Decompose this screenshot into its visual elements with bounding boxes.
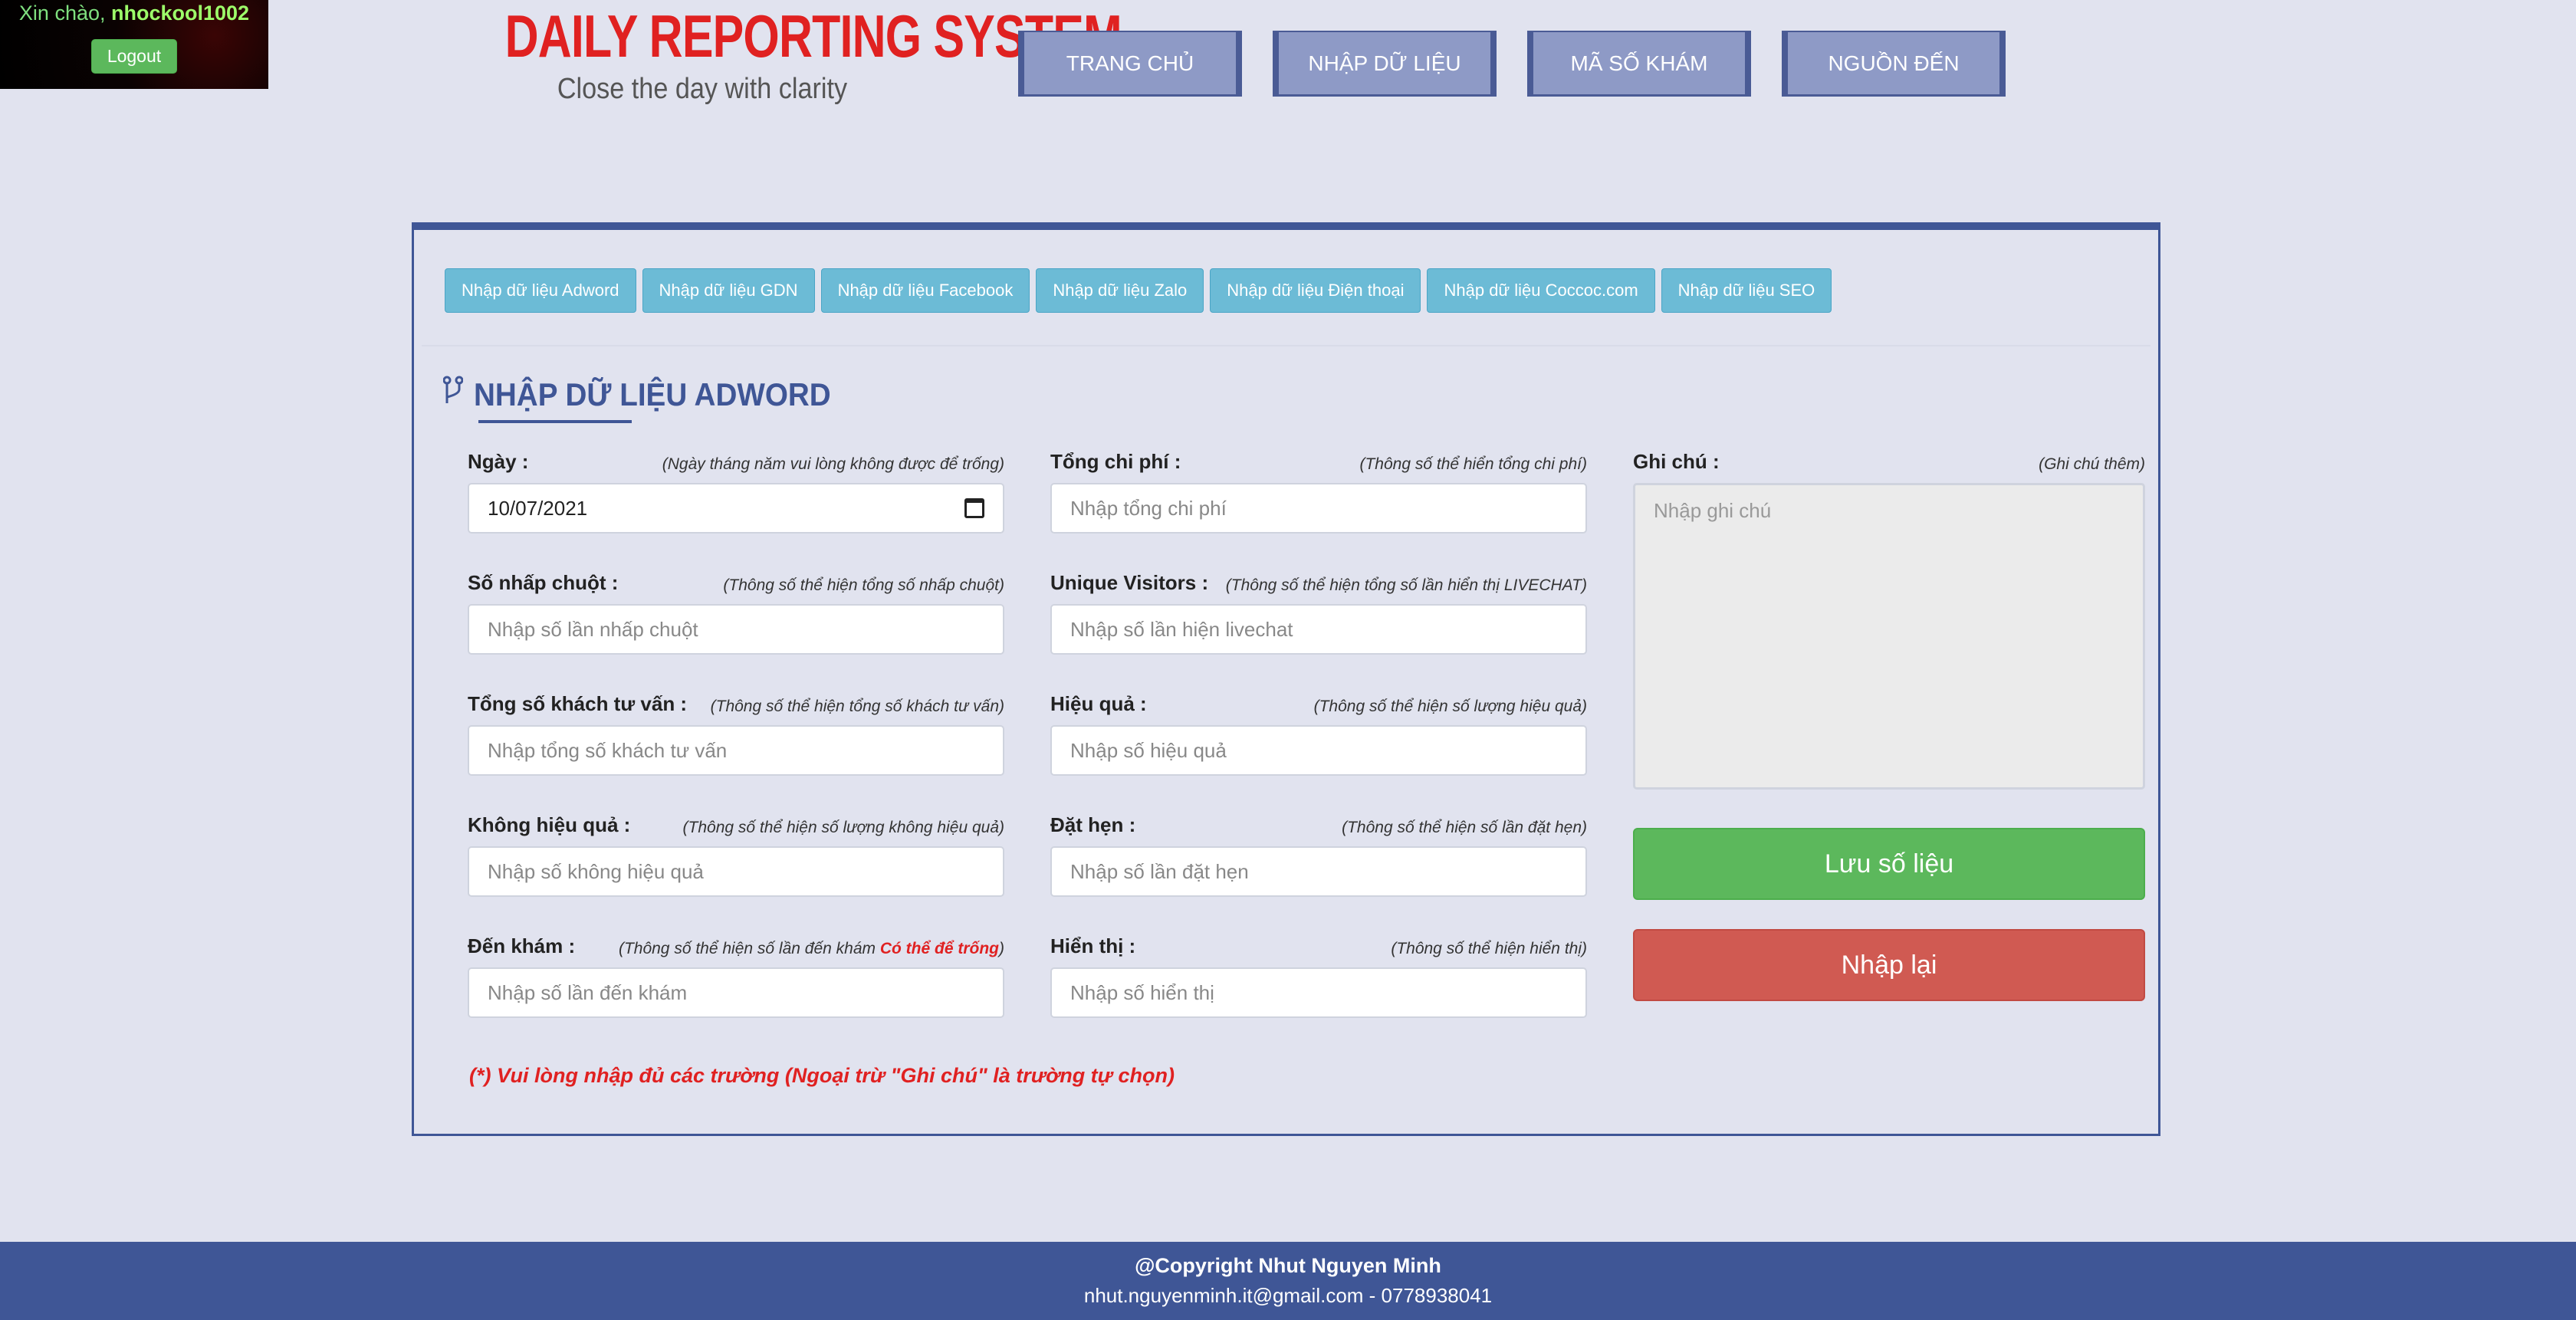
date-value: 10/07/2021 — [488, 496, 588, 520]
notes-label: Ghi chú : — [1633, 450, 1720, 473]
appointment-hint: (Thông số thể hiện số lần đặt hẹn) — [1342, 819, 1587, 836]
effective-label: Hiệu quả : — [1050, 692, 1147, 715]
tab-adword[interactable]: Nhập dữ liệu Adword — [445, 268, 636, 313]
appointment-field: Đặt hẹn : (Thông số thể hiện số lần đặt h… — [1050, 806, 1587, 897]
notes-textarea[interactable]: Nhập ghi chú — [1633, 483, 2145, 790]
date-hint: (Ngày tháng năm vui lòng không được để t… — [662, 455, 1004, 473]
clicks-field: Số nhấp chuột : (Thông số thể hiện tổng s… — [468, 564, 1004, 655]
consult-field: Tổng số khách tư vấn : (Thông số thể hiện… — [468, 685, 1004, 776]
appointment-input[interactable]: Nhập số lần đặt hẹn — [1050, 846, 1587, 897]
required-note: (*) Vui lòng nhập đủ các trường (Ngoại t… — [469, 1064, 1175, 1087]
visit-field: Đến khám : (Thông số thể hiện số lần đến … — [468, 928, 1004, 1018]
consult-input[interactable]: Nhập tổng số khách tư vấn — [468, 725, 1004, 776]
footer-copyright: @Copyright Nhut Nguyen Minh — [1135, 1254, 1441, 1277]
section-underline — [478, 420, 632, 423]
total-cost-label: Tổng chi phí : — [1050, 450, 1181, 473]
source-tabs: Nhập dữ liệu Adword Nhập dữ liệu GDN Nhậ… — [445, 268, 1832, 313]
nav-sources[interactable]: NGUỒN ĐẾN — [1782, 31, 2006, 97]
code-fork-icon — [442, 376, 464, 414]
reset-button[interactable]: Nhập lại — [1633, 929, 2145, 1001]
visit-hint-end: ) — [999, 940, 1004, 957]
logout-button[interactable]: Logout — [90, 39, 178, 74]
tab-facebook[interactable]: Nhập dữ liệu Facebook — [820, 268, 1030, 313]
ineffective-input[interactable]: Nhập số không hiệu quả — [468, 846, 1004, 897]
footer-contact: nhut.nguyenminh.it@gmail.com - 077893804… — [1083, 1284, 1493, 1307]
total-cost-field: Tổng chi phí : (Thông số thể hiển tổng ch… — [1050, 443, 1587, 534]
notes-field: Ghi chú : (Ghi chú thêm) Nhập ghi chú — [1633, 443, 2145, 790]
consult-label: Tổng số khách tư vấn : — [468, 692, 688, 715]
section-header: NHẬP DỮ LIỆU ADWORD — [442, 376, 862, 423]
appointment-label: Đặt hẹn : — [1050, 813, 1136, 836]
visit-hint: (Thông số thể hiện số lần đến khám Có th… — [619, 940, 1004, 958]
consult-hint: (Thông số thể hiện tổng số khách tư vấn) — [710, 698, 1004, 715]
date-field: Ngày : (Ngày tháng năm vui lòng không đượ… — [468, 443, 1004, 534]
username: nhockool1002 — [111, 2, 250, 25]
top-nav: TRANG CHỦ NHẬP DỮ LIỆU MÃ SỐ KHÁM NGUỒN … — [1018, 31, 2006, 97]
date-input[interactable]: 10/07/2021 — [468, 483, 1004, 534]
total-cost-hint: (Thông số thể hiển tổng chi phí) — [1359, 455, 1587, 473]
unique-visitors-input[interactable]: Nhập số lần hiện livechat — [1050, 604, 1587, 655]
clicks-label: Số nhấp chuột : — [468, 571, 619, 594]
tab-coccoc[interactable]: Nhập dữ liệu Coccoc.com — [1427, 268, 1655, 313]
visit-label: Đến khám : — [468, 934, 576, 957]
notes-hint: (Ghi chú thêm) — [2039, 455, 2145, 473]
data-entry-panel: Nhập dữ liệu Adword Nhập dữ liệu GDN Nhậ… — [412, 222, 2160, 1136]
save-button[interactable]: Lưu số liệu — [1633, 828, 2145, 900]
nav-home[interactable]: TRANG CHỦ — [1018, 31, 1242, 97]
tab-zalo[interactable]: Nhập dữ liệu Zalo — [1036, 268, 1204, 313]
ineffective-hint: (Thông số thể hiện số lượng không hiệu q… — [682, 819, 1004, 836]
date-label: Ngày : — [468, 450, 529, 473]
clicks-input[interactable]: Nhập số lần nhấp chuột — [468, 604, 1004, 655]
unique-visitors-hint: (Thông số thể hiện tổng số lần hiển thị … — [1225, 576, 1587, 594]
clicks-hint: (Thông số thể hiện tổng số nhấp chuột) — [723, 576, 1004, 594]
display-hint: (Thông số thể hiện hiển thị) — [1391, 940, 1587, 957]
unique-visitors-field: Unique Visitors : (Thông số thể hiện tổng… — [1050, 564, 1587, 655]
unique-visitors-label: Unique Visitors : — [1050, 571, 1209, 594]
visit-hint-text: (Thông số thể hiện số lần đến khám — [618, 940, 880, 957]
display-input[interactable]: Nhập số hiển thị — [1050, 967, 1587, 1018]
footer: @Copyright Nhut Nguyen Minh nhut.nguyenm… — [0, 1242, 2576, 1320]
ineffective-field: Không hiệu quả : (Thông số thể hiện số lư… — [468, 806, 1004, 897]
display-field: Hiển thị : (Thông số thể hiện hiển thị) N… — [1050, 928, 1587, 1018]
brand: DAILY REPORTING SYSTEM Close the day wit… — [449, 2, 1122, 106]
effective-hint: (Thông số thể hiện số lượng hiệu quả) — [1313, 698, 1587, 715]
app-slogan: Close the day with clarity — [557, 73, 848, 105]
effective-field: Hiệu quả : (Thông số thể hiện số lượng hi… — [1050, 685, 1587, 776]
ineffective-label: Không hiệu quả : — [468, 813, 631, 836]
visit-input[interactable]: Nhập số lần đến khám — [468, 967, 1004, 1018]
tab-phone[interactable]: Nhập dữ liệu Điện thoại — [1210, 268, 1421, 313]
tab-gdn[interactable]: Nhập dữ liệu GDN — [642, 268, 815, 313]
tab-seo[interactable]: Nhập dữ liệu SEO — [1661, 268, 1832, 313]
visit-hint-warning: Có thể để trống — [879, 940, 999, 957]
calendar-icon[interactable] — [964, 498, 984, 518]
app-title: DAILY REPORTING SYSTEM — [504, 2, 1122, 70]
divider — [422, 345, 2150, 346]
greeting: Xin chào, nhockool1002 — [0, 0, 268, 25]
total-cost-input[interactable]: Nhập tổng chi phí — [1050, 483, 1587, 534]
section-title: NHẬP DỮ LIỆU ADWORD — [474, 376, 831, 412]
display-label: Hiển thị : — [1050, 934, 1136, 957]
user-box: Xin chào, nhockool1002 Logout — [0, 0, 268, 89]
notes-header: Ghi chú : (Ghi chú thêm) — [1633, 443, 2145, 474]
greeting-text: Xin chào, — [18, 2, 111, 25]
nav-exam-codes[interactable]: MÃ SỐ KHÁM — [1527, 31, 1751, 97]
effective-input[interactable]: Nhập số hiệu quả — [1050, 725, 1587, 776]
nav-data-entry[interactable]: NHẬP DỮ LIỆU — [1273, 31, 1497, 97]
